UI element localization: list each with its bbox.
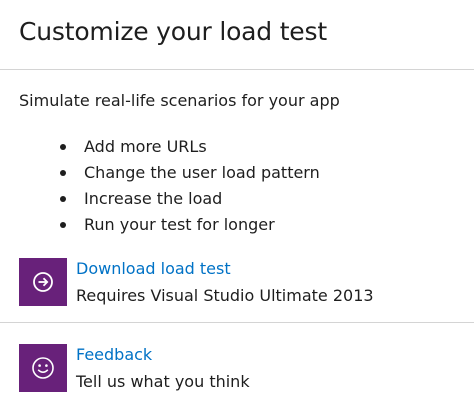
list-item: Change the user load pattern (56, 163, 320, 189)
bullet-icon (60, 144, 66, 150)
feedback-link[interactable]: Feedback (76, 345, 152, 364)
intro-subtitle: Simulate real-life scenarios for your ap… (19, 91, 340, 110)
list-item-label: Increase the load (84, 189, 223, 208)
load-test-panel: Customize your load test Simulate real-l… (0, 0, 474, 402)
list-item-label: Change the user load pattern (84, 163, 320, 182)
list-item-label: Run your test for longer (84, 215, 275, 234)
bullet-icon (60, 196, 66, 202)
bullet-icon (60, 170, 66, 176)
smiley-icon[interactable] (19, 344, 67, 392)
section-divider (0, 322, 474, 323)
download-load-test-action: Download load test Requires Visual Studi… (19, 258, 459, 306)
arrow-right-circle-icon[interactable] (19, 258, 67, 306)
download-requirement-text: Requires Visual Studio Ultimate 2013 (76, 286, 374, 305)
list-item: Run your test for longer (56, 215, 320, 241)
list-item-label: Add more URLs (84, 137, 207, 156)
page-title: Customize your load test (19, 17, 327, 46)
bullet-icon (60, 222, 66, 228)
scenario-list: Add more URLs Change the user load patte… (56, 137, 320, 241)
list-item: Add more URLs (56, 137, 320, 163)
feedback-action: Feedback Tell us what you think (19, 344, 459, 392)
list-item: Increase the load (56, 189, 320, 215)
download-load-test-link[interactable]: Download load test (76, 259, 231, 278)
feedback-description-text: Tell us what you think (76, 372, 250, 391)
header-divider (0, 69, 474, 70)
